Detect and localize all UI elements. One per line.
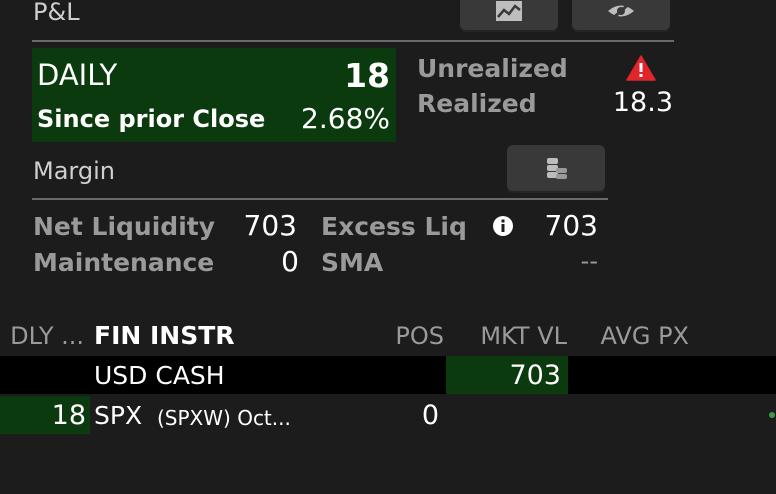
mkt-vl-value: 703 <box>509 360 561 391</box>
status-dot <box>769 412 775 418</box>
margin-title: Margin <box>33 157 115 185</box>
net-liquidity-value: 703 <box>243 209 297 242</box>
table-row[interactable]: 18 SPX (SPXW) Oct... 0 <box>0 396 776 434</box>
excess-liq-value: 703 <box>544 209 598 242</box>
unrealized-label: Unrealized <box>417 54 568 83</box>
since-prior-close-label: Since prior Close <box>37 105 266 133</box>
chart-button[interactable] <box>460 0 558 32</box>
sma-value: -- <box>580 247 598 275</box>
realized-value: 18.3 <box>612 87 673 118</box>
chart-icon <box>495 0 523 22</box>
daily-value: 18 <box>344 56 390 95</box>
pnl-title: P&L <box>33 0 80 26</box>
table-row[interactable]: USD CASH 703 <box>0 356 776 394</box>
maintenance-label: Maintenance <box>33 248 215 277</box>
column-header-mkt-vl[interactable]: MKT VL <box>480 322 567 350</box>
column-header-avg-px[interactable]: AVG PX <box>601 322 689 350</box>
daily-pnl-value: 18 <box>51 400 86 431</box>
coins-button[interactable] <box>507 145 605 193</box>
sma-label: SMA <box>321 248 384 277</box>
daily-label: DAILY <box>37 58 118 92</box>
instrument-symbol: SPX <box>94 401 143 430</box>
column-header-dly[interactable]: DLY ... <box>10 322 84 350</box>
warning-icon[interactable] <box>626 55 656 85</box>
margin-divider <box>32 198 608 200</box>
realized-label: Realized <box>417 89 537 118</box>
info-icon[interactable] <box>492 215 514 241</box>
instrument-description: (SPXW) Oct... <box>157 406 291 430</box>
excess-liq-label: Excess Liq <box>321 212 467 241</box>
since-prior-close-value: 2.68% <box>301 102 390 135</box>
pnl-divider <box>32 40 674 42</box>
position-value: 0 <box>421 400 439 431</box>
maintenance-value: 0 <box>281 245 299 278</box>
net-liquidity-label: Net Liquidity <box>33 212 216 241</box>
coins-icon <box>543 156 569 182</box>
instrument-name: USD CASH <box>94 361 225 390</box>
column-header-fin-instr[interactable]: FIN INSTR <box>94 321 235 350</box>
column-header-pos[interactable]: POS <box>395 322 444 350</box>
hide-button[interactable] <box>572 0 670 32</box>
eye-slash-icon <box>606 0 636 22</box>
